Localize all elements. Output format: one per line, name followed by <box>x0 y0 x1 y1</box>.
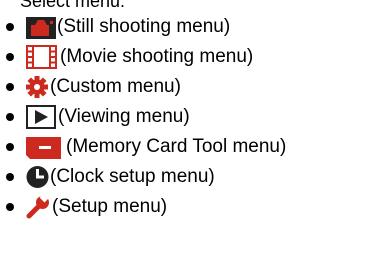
bullet <box>6 203 14 211</box>
list-item-clock-setup: (Clock setup menu) <box>0 162 370 192</box>
list-item-viewing: (Viewing menu) <box>0 102 370 132</box>
menu-label: (Still shooting menu) <box>57 16 231 37</box>
bullet <box>6 173 14 181</box>
list-item-still-shooting: (Still shooting menu) <box>0 12 370 42</box>
list-item-movie-shooting: (Movie shooting menu) <box>0 42 370 72</box>
menu-label: (Movie shooting menu) <box>60 46 254 67</box>
menu-label: (Setup menu) <box>52 196 168 217</box>
wrench-icon <box>26 195 50 219</box>
bullet <box>6 23 14 31</box>
memory-card-icon <box>26 135 61 159</box>
list-item-setup: (Setup menu) <box>0 192 370 222</box>
menu-label: (Clock setup menu) <box>50 166 215 187</box>
play-icon <box>26 105 56 129</box>
bullet <box>6 143 14 151</box>
gear-icon <box>26 75 48 99</box>
list-item-custom: (Custom menu) <box>0 72 370 102</box>
menu-label: (Memory Card Tool menu) <box>66 136 287 157</box>
list-item-memory-card-tool: (Memory Card Tool menu) <box>0 132 370 162</box>
bullet <box>6 53 14 61</box>
section-heading-fragment: Select menu: <box>20 0 126 11</box>
menu-label: (Custom menu) <box>50 76 181 97</box>
film-icon <box>26 45 57 69</box>
bullet <box>6 83 14 91</box>
camera-icon <box>26 15 56 39</box>
menu-label: (Viewing menu) <box>58 106 190 127</box>
bullet <box>6 113 14 121</box>
clock-icon <box>26 165 49 189</box>
